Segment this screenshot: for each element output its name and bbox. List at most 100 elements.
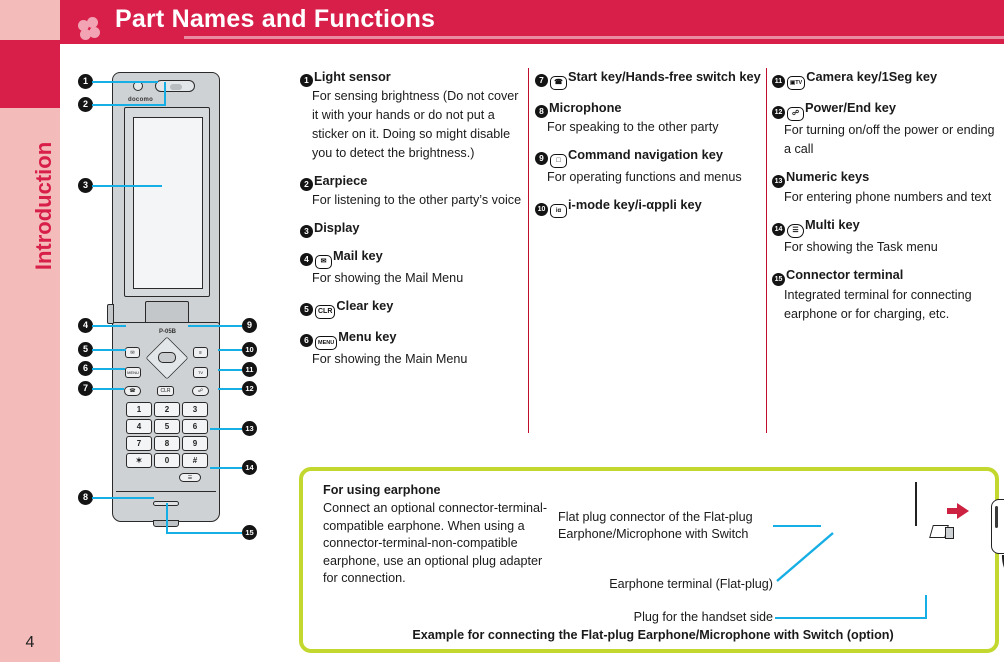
- part-entry: 11 ▣TV Camera key/1Seg key: [772, 68, 1004, 90]
- part-description: For operating functions and menus: [547, 170, 742, 184]
- phone-lower-half: P-05B ✉ MENU ☎ ≡ TV ☍ CLR 1 2 3 4 5 6 7 …: [112, 322, 221, 527]
- part-heading: 1 Light sensor: [300, 68, 525, 87]
- num-key-0: 0: [154, 453, 180, 468]
- display-part: [133, 117, 203, 289]
- part-number: 7: [535, 74, 548, 87]
- part-description: For listening to the other party’s voice: [312, 193, 522, 207]
- callout-15: 15: [242, 525, 257, 540]
- callout-9: 9: [242, 318, 257, 333]
- callout-lead-5: [92, 349, 126, 351]
- page-number: 4: [25, 634, 35, 651]
- sidebar-tab-label: Introduction: [31, 141, 56, 271]
- parts-column-2: 7 ☎ Start key/Hands-free switch key 8 Micro…: [535, 68, 763, 227]
- part-title: Clear key: [336, 298, 394, 313]
- part-heading: 9 □ Command navigation key: [535, 146, 763, 168]
- callout-7: 7: [78, 381, 93, 396]
- callout-lead-14: [210, 467, 242, 469]
- callout-lead-9: [188, 325, 242, 327]
- power-end-key-icon: ☍: [787, 107, 804, 121]
- part-title: Display: [314, 220, 360, 235]
- callout-6: 6: [78, 361, 93, 376]
- part-entry: 13 Numeric keys For entering phone number…: [772, 168, 1004, 207]
- part-title: Menu key: [338, 329, 397, 344]
- multi-key-icon: ☰: [787, 224, 804, 238]
- part-description: For turning on/off the power or ending a…: [784, 123, 995, 156]
- part-entry: 12 ☍ Power/End key For turning on/off the …: [772, 99, 1004, 159]
- part-number: 11: [772, 75, 785, 88]
- callout-8: 8: [78, 490, 93, 505]
- num-key-7: 7: [126, 436, 152, 451]
- callout-lead-13: [210, 428, 242, 430]
- part-number: 2: [300, 178, 313, 191]
- part-number: 1: [300, 74, 313, 87]
- part-heading: 11 ▣TV Camera key/1Seg key: [772, 68, 1004, 90]
- callout-lead-7: [92, 388, 124, 390]
- part-heading: 8 Microphone: [535, 99, 763, 118]
- clear-key-icon: CLR: [315, 305, 336, 319]
- phone-body: docomo P-05B ✉ MENU ☎ ≡ TV ☍ CLR 1 2 3 4…: [107, 72, 221, 527]
- callout-lead-11: [218, 369, 242, 371]
- mail-key-icon: ✉: [315, 255, 332, 269]
- num-key-9: 9: [182, 436, 208, 451]
- part-description: For entering phone numbers and text: [784, 190, 992, 204]
- multi-key-part: ☰: [179, 473, 201, 482]
- callout-lead-2: [92, 104, 166, 106]
- keypad: ✉ MENU ☎ ≡ TV ☍ CLR 1 2 3 4 5 6 7 8 9 ✶ …: [113, 323, 221, 523]
- part-description: For showing the Main Menu: [312, 352, 468, 366]
- callout-lead-1: [92, 81, 158, 83]
- num-key-hash: #: [182, 453, 208, 468]
- command-nav-key-icon: □: [550, 154, 567, 168]
- part-description: For showing the Mail Menu: [312, 271, 464, 285]
- part-title: i-mode key/i-αppli key: [568, 197, 702, 212]
- command-nav-key-part: [145, 336, 189, 380]
- num-key-star: ✶: [126, 453, 152, 468]
- callout-4: 4: [78, 318, 93, 333]
- part-entry: 5 CLR Clear key: [300, 297, 525, 319]
- power-end-key-part: ☍: [192, 386, 209, 396]
- part-number: 6: [300, 334, 313, 347]
- callout-lead-2b: [164, 82, 166, 106]
- part-description: For sensing brightness (Do not cover it …: [312, 89, 519, 160]
- num-key-5: 5: [154, 419, 180, 434]
- part-entry: 15 Connector terminal Integrated terminal…: [772, 266, 1004, 324]
- callout-11: 11: [242, 362, 257, 377]
- callout-lead-4: [92, 325, 126, 327]
- column-divider-1: [528, 68, 530, 433]
- callout-13: 13: [242, 421, 257, 436]
- part-entry: 6 MENU Menu key For showing the Main Menu: [300, 328, 525, 369]
- callout-lead-15: [166, 532, 242, 534]
- part-heading: 12 ☍ Power/End key: [772, 99, 1004, 121]
- part-number: 14: [772, 223, 785, 236]
- part-heading: 2 Earpiece: [300, 172, 525, 191]
- part-number: 12: [772, 106, 785, 119]
- callout-3: 3: [78, 178, 93, 193]
- callout-lead-12: [218, 388, 242, 390]
- column-divider-2: [766, 68, 768, 433]
- part-heading: 3 Display: [300, 219, 525, 238]
- callout-5: 5: [78, 342, 93, 357]
- callout-lead-6: [92, 368, 125, 370]
- docomo-logo: docomo: [128, 97, 154, 103]
- part-heading: 10 iα i-mode key/i-αppli key: [535, 196, 763, 218]
- part-title: Microphone: [549, 100, 622, 115]
- part-title: Multi key: [805, 217, 860, 232]
- display-frame: [124, 107, 210, 297]
- earphone-box-caption: Example for connecting the Flat-plug Ear…: [412, 628, 894, 642]
- part-title: Numeric keys: [786, 169, 870, 184]
- part-heading: 6 MENU Menu key: [300, 328, 525, 350]
- part-heading: 15 Connector terminal: [772, 266, 1004, 286]
- menu-key-icon: MENU: [315, 336, 338, 350]
- part-heading: 7 ☎ Start key/Hands-free switch key: [535, 68, 763, 90]
- earphone-info-box: For using earphone Connect an optional c…: [299, 467, 1004, 653]
- num-key-1: 1: [126, 402, 152, 417]
- part-entry: 8 Microphone For speaking to the other pa…: [535, 99, 763, 137]
- part-heading: 13 Numeric keys: [772, 168, 1004, 188]
- callout-12: 12: [242, 381, 257, 396]
- imode-key-icon: iα: [550, 204, 567, 218]
- camera-key-icon: ▣TV: [787, 76, 806, 90]
- part-entry: 2 Earpiece For listening to the other par…: [300, 172, 525, 210]
- callout-10: 10: [242, 342, 257, 357]
- parts-column-1: 1 Light sensor For sensing brightness (Do…: [300, 68, 525, 378]
- part-entry: 10 iα i-mode key/i-αppli key: [535, 196, 763, 218]
- callout-lead-3: [92, 185, 162, 187]
